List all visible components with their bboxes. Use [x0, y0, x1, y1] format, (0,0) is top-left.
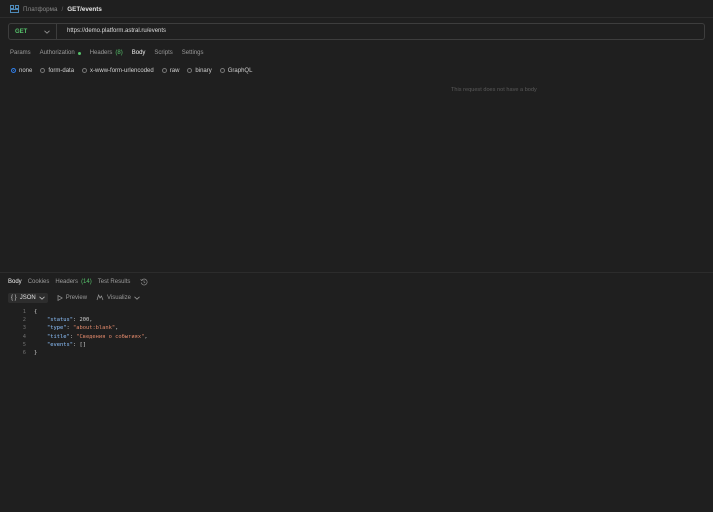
json-value: []: [79, 341, 86, 348]
body-type-radios: none form-data x-www-form-urlencoded raw…: [11, 66, 260, 75]
code-line: 1{: [8, 308, 148, 316]
tab-scripts[interactable]: Scripts: [154, 48, 172, 58]
radio-selected-icon: [11, 68, 16, 73]
tab-response-body[interactable]: Body: [8, 279, 22, 285]
line-number: 4: [22, 333, 26, 340]
tab-label: Settings: [181, 50, 204, 56]
url-input[interactable]: [67, 24, 687, 39]
url-bar: GET: [8, 23, 705, 40]
radio-label: raw: [169, 67, 180, 74]
line-number: 2: [22, 317, 26, 324]
radio-icon: [219, 68, 225, 73]
visualize-label: Visualize: [107, 294, 131, 301]
breadcrumb: Платформа / GET/events: [10, 4, 102, 14]
code-line: 3 "type": "about:blank",: [8, 324, 148, 332]
radio-label: none: [19, 67, 33, 74]
preview-label: Preview: [65, 294, 88, 301]
line-number: 6: [22, 349, 26, 356]
tab-settings[interactable]: Settings: [182, 48, 204, 58]
tab-cookies[interactable]: Cookies: [28, 279, 50, 285]
json-key: "events": [46, 341, 73, 348]
radio-icon: [187, 68, 193, 73]
method-select[interactable]: GET: [9, 24, 57, 39]
tab-body[interactable]: Body: [132, 48, 146, 58]
radio-form-data[interactable]: form-data: [40, 68, 74, 74]
tab-label: Headers: [55, 279, 79, 285]
tab-label: Params: [10, 50, 31, 56]
code-line: 6}: [8, 349, 148, 357]
method-label: GET: [15, 28, 28, 35]
tab-test-results[interactable]: Test Results: [98, 279, 131, 285]
breadcrumb-collection[interactable]: Платформа: [23, 6, 57, 13]
radio-icon: [40, 68, 46, 73]
radio-label: GraphQL: [227, 67, 253, 74]
empty-body-message: This request does not have a body: [451, 87, 537, 93]
chevron-down-icon: [134, 296, 140, 300]
breadcrumb-separator: /: [61, 5, 64, 13]
format-select[interactable]: { } JSON: [8, 292, 48, 303]
history-icon[interactable]: [140, 278, 148, 286]
breadcrumb-request[interactable]: GET/events: [67, 6, 102, 13]
collection-icon: [10, 5, 19, 13]
header-divider: [0, 17, 713, 18]
chevron-down-icon: [44, 30, 50, 34]
request-tabs: Params Authorization Headers (8) Body Scr…: [10, 48, 212, 58]
tab-params[interactable]: Params: [10, 48, 31, 58]
json-key: "title": [46, 333, 70, 340]
tab-headers[interactable]: Headers (8): [90, 48, 123, 58]
radio-label: binary: [195, 67, 212, 74]
play-icon: [57, 294, 63, 301]
radio-none[interactable]: none: [11, 68, 32, 74]
tab-count: (14): [81, 279, 92, 285]
code-line: 2 "status": 200,: [8, 316, 148, 324]
response-code[interactable]: 1{ 2 "status": 200, 3 "type": "about:bla…: [8, 308, 148, 357]
tab-label: Test Results: [97, 279, 131, 285]
code-line: 5 "events": []: [8, 341, 148, 349]
radio-label: form-data: [48, 67, 75, 74]
format-label: JSON: [19, 294, 36, 301]
tab-label: Headers: [89, 50, 113, 56]
radio-raw[interactable]: raw: [161, 67, 180, 74]
tab-label: Cookies: [27, 279, 50, 285]
tab-response-headers[interactable]: Headers (14): [55, 279, 91, 285]
json-key: "status": [46, 317, 73, 324]
response-tabs: Body Cookies Headers (14) Test Results: [8, 277, 148, 287]
status-dot-icon: [77, 51, 81, 55]
line-number: 1: [22, 309, 26, 315]
radio-urlencoded[interactable]: x-www-form-urlencoded: [82, 68, 154, 74]
code-text: }: [34, 349, 38, 356]
tab-label: Body: [131, 50, 146, 56]
tab-count: (8): [115, 50, 123, 56]
radio-icon: [161, 68, 167, 73]
code-text: {: [34, 309, 38, 315]
line-number: 3: [22, 325, 26, 332]
tab-label: Authorization: [39, 50, 75, 56]
braces-icon: { }: [11, 294, 17, 301]
json-value: 200: [79, 317, 90, 324]
tab-label: Body: [8, 279, 22, 285]
radio-graphql[interactable]: GraphQL: [219, 67, 253, 74]
radio-label: x-www-form-urlencoded: [90, 67, 154, 74]
tab-label: Scripts: [154, 50, 173, 56]
tab-authorization[interactable]: Authorization: [40, 48, 81, 58]
code-line: 4 "title": "Сведения о событиях",: [8, 333, 148, 341]
json-punct: ,: [89, 317, 93, 324]
json-punct: ,: [115, 325, 119, 332]
json-value: "Сведения о событиях": [76, 333, 145, 340]
json-punct: ,: [144, 333, 148, 340]
response-view-bar: { } JSON Preview Visualize: [8, 292, 140, 303]
response-divider[interactable]: [0, 272, 713, 273]
radio-binary[interactable]: binary: [187, 67, 212, 74]
preview-button[interactable]: Preview: [57, 294, 88, 301]
visualize-button[interactable]: Visualize: [96, 294, 140, 301]
chevron-down-icon: [38, 296, 45, 300]
visualize-icon: [96, 294, 104, 301]
json-value: "about:blank": [72, 325, 116, 332]
radio-icon: [82, 68, 88, 73]
json-key: "type": [46, 325, 67, 332]
line-number: 5: [22, 341, 26, 348]
